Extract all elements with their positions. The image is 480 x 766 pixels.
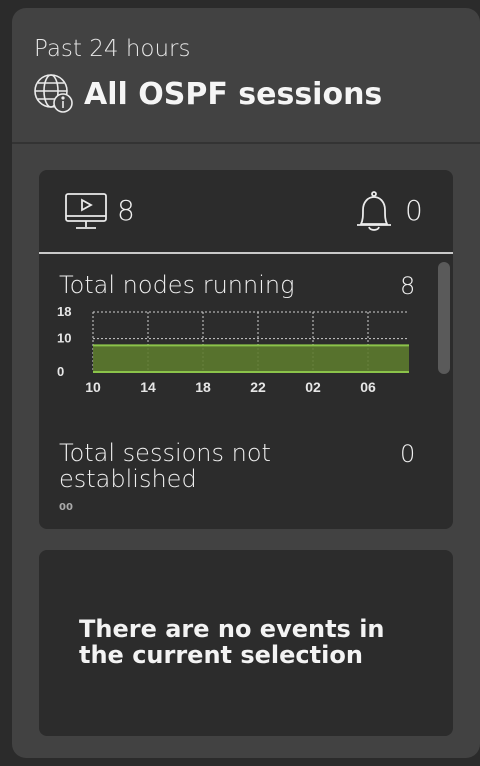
metrics-scroll-area[interactable]: Total nodes running 8 18 10 0 10 14 18 22 02 06…	[39, 254, 453, 529]
empty-events-message: There are no events in the current selec…	[79, 615, 385, 669]
alerts-count: 0	[405, 194, 423, 227]
nodes-running-chart: 18 10 0 10 14 18 22 02 06	[57, 306, 409, 395]
y-tick-label: 10	[57, 331, 71, 346]
scrollbar-thumb[interactable]	[438, 262, 450, 374]
devices-count: 8	[117, 194, 135, 227]
bell-icon[interactable]	[353, 190, 395, 234]
metric-label-nodes: Total nodes running	[59, 271, 295, 299]
events-card: There are no events in the current selec…	[39, 550, 453, 736]
panel-title: All OSPF sessions	[84, 76, 383, 112]
stats-card: 8 0 Total nodes running 8 18 10 0 10 14 18 22…	[39, 170, 453, 529]
monitor-play-icon[interactable]	[64, 192, 108, 232]
metric-value-nodes: 8	[400, 272, 416, 300]
title-row: All OSPF sessions	[32, 72, 382, 116]
x-tick-label: 02	[305, 379, 321, 395]
stats-bar: 8 0	[39, 170, 453, 254]
time-period-label: Past 24 hours	[34, 36, 191, 62]
y-tick-label: 0	[57, 364, 64, 379]
next-chart-tick: 00	[59, 502, 73, 513]
x-tick-label: 14	[140, 379, 156, 395]
y-tick-label: 18	[57, 306, 71, 319]
ospf-summary-panel: Past 24 hours All OSPF sessions 8 0 Tota…	[12, 8, 480, 758]
metric-label-sessions: Total sessions not established	[59, 439, 271, 493]
x-tick-label: 10	[85, 379, 101, 395]
metric-value-sessions: 0	[400, 440, 416, 468]
x-tick-label: 06	[360, 379, 376, 395]
x-tick-label: 22	[250, 379, 266, 395]
area-fill	[93, 345, 409, 372]
globe-info-icon	[34, 74, 73, 113]
panel-header: Past 24 hours All OSPF sessions	[12, 8, 480, 144]
x-tick-label: 18	[195, 379, 211, 395]
